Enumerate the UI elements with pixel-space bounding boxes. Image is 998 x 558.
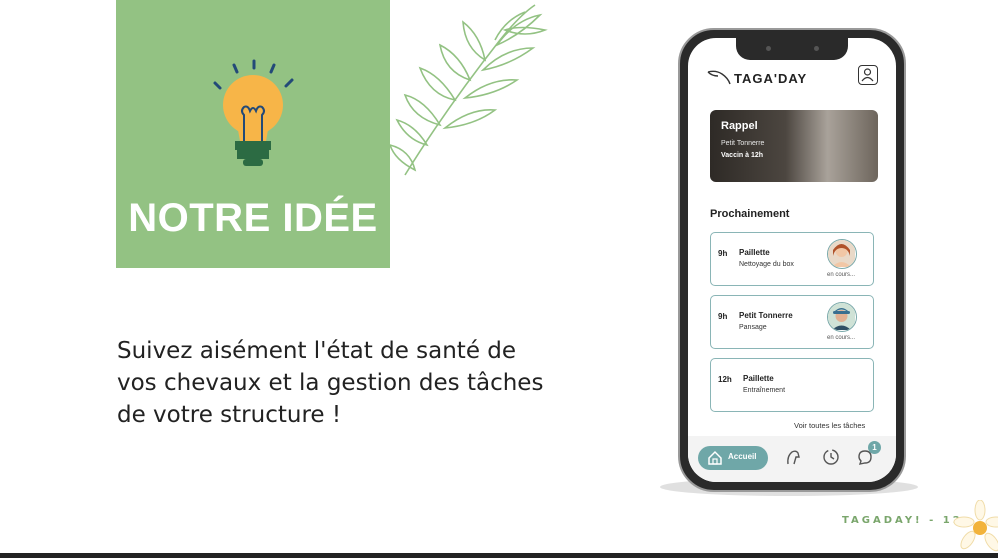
task-hour: 9h bbox=[718, 312, 728, 321]
task-horse: Paillette bbox=[739, 248, 770, 257]
reminder-card[interactable]: Rappel Petit Tonnerre Vaccin à 12h bbox=[710, 110, 878, 182]
task-card[interactable]: 9h Paillette Nettoyage du box en cours..… bbox=[710, 232, 874, 286]
phone-screen: TAGA'DAY Rappel Petit Tonnerre Vaccin à … bbox=[688, 38, 896, 482]
camera-dot bbox=[766, 46, 771, 51]
tagline-line-1: Suivez aisément l'état de santé de bbox=[117, 338, 517, 364]
task-horse: Paillette bbox=[743, 374, 774, 383]
profile-button[interactable] bbox=[858, 65, 878, 85]
phone-notch bbox=[736, 38, 848, 60]
task-hour: 12h bbox=[718, 375, 732, 384]
see-all-tasks-link[interactable]: Voir toutes les tâches bbox=[794, 421, 865, 430]
app-name: TAGA'DAY bbox=[734, 71, 808, 86]
lightbulb-icon bbox=[213, 59, 294, 166]
home-icon bbox=[708, 450, 722, 465]
nav-home-label: Accueil bbox=[728, 452, 757, 461]
footer-label: TAGADAY! - 12 bbox=[842, 515, 963, 526]
task-description: Entraînement bbox=[743, 387, 786, 394]
sensor-dot bbox=[814, 46, 819, 51]
daisy-icon bbox=[953, 500, 998, 552]
tagline-line-3: de votre structure ! bbox=[117, 402, 342, 428]
phone-mockup: TAGA'DAY Rappel Petit Tonnerre Vaccin à … bbox=[678, 28, 906, 492]
clock-icon[interactable] bbox=[822, 448, 840, 466]
bottom-strip bbox=[0, 553, 998, 558]
nav-home-button[interactable]: Accueil bbox=[698, 446, 768, 470]
slide: NOTRE IDÉE Suivez aisément l'état de san… bbox=[0, 0, 998, 558]
task-card[interactable]: 12h Paillette Entraînement bbox=[710, 358, 874, 412]
user-icon bbox=[861, 68, 874, 82]
task-horse: Petit Tonnerre bbox=[739, 311, 793, 320]
bottom-nav: Accueil 1 bbox=[688, 436, 896, 482]
reminder-horse: Petit Tonnerre bbox=[721, 140, 765, 147]
task-card[interactable]: 9h Petit Tonnerre Pansage en cours... bbox=[710, 295, 874, 349]
horse-icon[interactable] bbox=[784, 448, 802, 466]
tagline: Suivez aisément l'état de santé de vos c… bbox=[117, 335, 577, 431]
avatar bbox=[827, 239, 857, 269]
task-status: en cours... bbox=[827, 335, 856, 341]
task-description: Pansage bbox=[739, 324, 767, 331]
notification-badge: 1 bbox=[868, 441, 881, 454]
section-title: Prochainement bbox=[710, 208, 790, 220]
horse-logo-icon bbox=[707, 70, 731, 85]
reminder-title: Rappel bbox=[721, 120, 758, 132]
task-description: Nettoyage du box bbox=[739, 261, 794, 268]
reminder-detail: Vaccin à 12h bbox=[721, 152, 764, 159]
task-hour: 9h bbox=[718, 249, 728, 258]
idea-panel: NOTRE IDÉE bbox=[116, 0, 390, 268]
leaves-decoration bbox=[388, 4, 548, 176]
idea-title: NOTRE IDÉE bbox=[128, 196, 378, 240]
avatar bbox=[827, 302, 857, 332]
task-status: en cours... bbox=[827, 272, 856, 278]
tagline-line-2: vos chevaux et la gestion des tâches bbox=[117, 370, 544, 396]
